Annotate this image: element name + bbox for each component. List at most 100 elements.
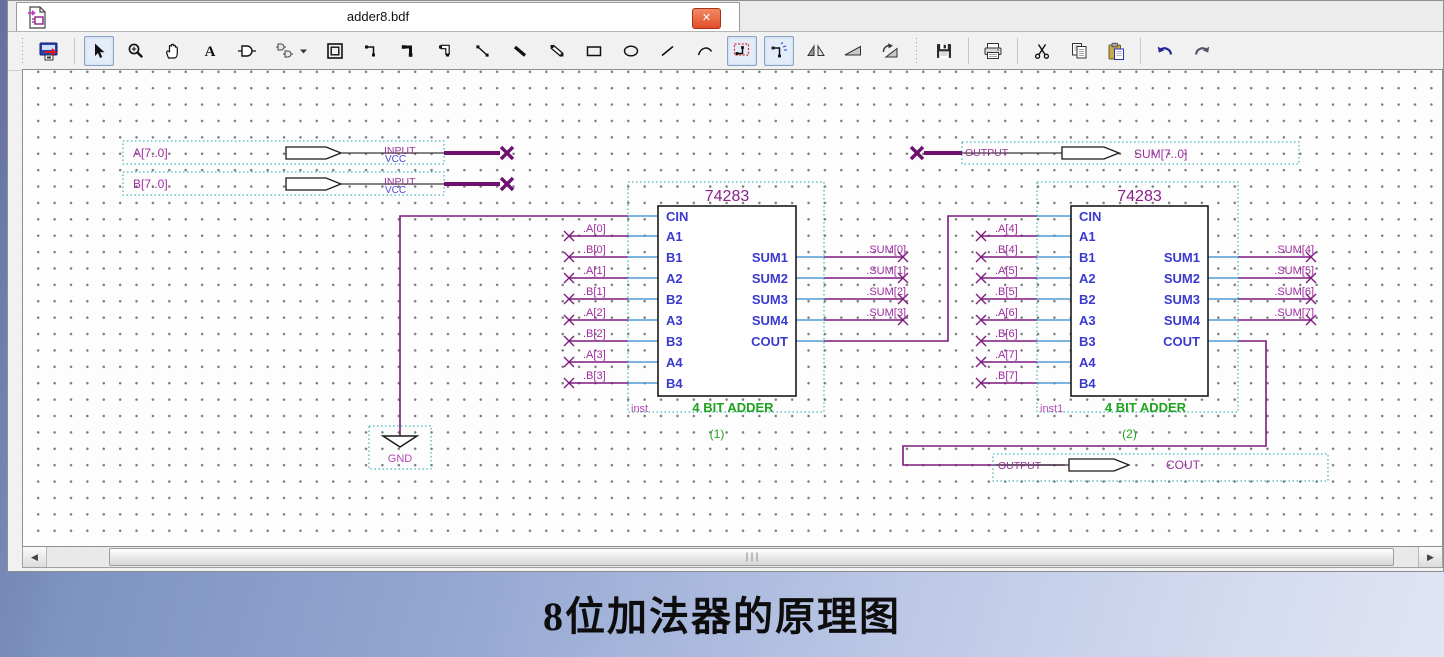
scrollbar-track[interactable] bbox=[47, 547, 1418, 567]
full-rubberbanding-button[interactable] bbox=[764, 36, 794, 66]
schematic-editor-window: adder8.bdf ✕ A 74283CINA1B1A2B2A3B3A4B4S… bbox=[7, 0, 1444, 572]
undo-button[interactable] bbox=[1150, 36, 1180, 66]
svg-text:B3: B3 bbox=[666, 334, 683, 349]
ellipse-tool-button[interactable] bbox=[616, 36, 646, 66]
redo-button[interactable] bbox=[1187, 36, 1217, 66]
svg-text:inst1: inst1 bbox=[1040, 403, 1063, 415]
orthogonal-bus-line-button[interactable] bbox=[394, 36, 424, 66]
rectangle-tool-button[interactable] bbox=[579, 36, 609, 66]
svg-text:CIN: CIN bbox=[1079, 209, 1101, 224]
toolbar: A bbox=[8, 32, 1443, 71]
svg-text:A: A bbox=[205, 44, 216, 60]
svg-text:B2: B2 bbox=[1079, 292, 1096, 307]
ellipse-tool-icon bbox=[622, 42, 640, 60]
svg-text:A1: A1 bbox=[1079, 229, 1096, 244]
svg-text:B1: B1 bbox=[666, 250, 683, 265]
diagonal-node-line-icon bbox=[474, 42, 492, 60]
svg-text:.SUM[1]: .SUM[1] bbox=[866, 265, 906, 277]
tab-adder8[interactable]: adder8.bdf ✕ bbox=[16, 2, 740, 31]
scrollbar-thumb[interactable] bbox=[109, 548, 1394, 566]
flip-vertical-button[interactable] bbox=[838, 36, 868, 66]
toolbar-grip bbox=[915, 38, 919, 64]
partial-rubberbanding-button[interactable] bbox=[727, 36, 757, 66]
svg-text:SUM3: SUM3 bbox=[1164, 292, 1200, 307]
schematic-drawing: 74283CINA1B1A2B2A3B3A4B4SUM1SUM2SUM3SUM4… bbox=[23, 72, 1443, 547]
input-pin-a[interactable]: A[7..0]INPUTVCC bbox=[123, 141, 513, 165]
arc-tool-icon bbox=[696, 42, 714, 60]
svg-text:COUT: COUT bbox=[751, 334, 788, 349]
output-pin-sum[interactable]: OUTPUT SUM[7..0] bbox=[911, 142, 1299, 164]
diagonal-conduit-line-icon bbox=[548, 42, 566, 60]
block-frame-button[interactable] bbox=[320, 36, 350, 66]
flip-horizontal-icon bbox=[806, 42, 826, 60]
svg-text:.A[4]: .A[4] bbox=[995, 223, 1018, 235]
line-tool-button[interactable] bbox=[653, 36, 683, 66]
fullscreen-icon bbox=[39, 41, 61, 61]
svg-text:.B[6]: .B[6] bbox=[995, 328, 1018, 340]
fullscreen-button[interactable] bbox=[35, 36, 65, 66]
svg-text:.B[7]: .B[7] bbox=[995, 370, 1018, 382]
horizontal-scrollbar[interactable]: ◀ ▶ bbox=[22, 547, 1443, 568]
svg-text:SUM2: SUM2 bbox=[752, 271, 788, 286]
symbol-gate-button[interactable] bbox=[232, 36, 262, 66]
zoom-button[interactable] bbox=[121, 36, 151, 66]
scroll-right-button[interactable]: ▶ bbox=[1418, 547, 1442, 567]
svg-text:A2: A2 bbox=[1079, 271, 1096, 286]
svg-text:B3: B3 bbox=[1079, 334, 1096, 349]
svg-text:SUM[7..0]: SUM[7..0] bbox=[1134, 147, 1187, 161]
arc-tool-button[interactable] bbox=[690, 36, 720, 66]
copy-button[interactable] bbox=[1064, 36, 1094, 66]
svg-text:B4: B4 bbox=[666, 376, 683, 391]
svg-text:.SUM[4]: .SUM[4] bbox=[1274, 244, 1314, 256]
svg-text:.SUM[0]: .SUM[0] bbox=[866, 244, 906, 256]
rotate-left-icon bbox=[880, 42, 900, 60]
svg-text:.B[4]: .B[4] bbox=[995, 244, 1018, 256]
scroll-left-button[interactable]: ◀ bbox=[23, 547, 47, 567]
hand-button[interactable] bbox=[158, 36, 188, 66]
rotate-left-button[interactable] bbox=[875, 36, 905, 66]
svg-text:A4: A4 bbox=[1079, 355, 1096, 370]
svg-text:B[7..0]: B[7..0] bbox=[133, 177, 168, 191]
diagonal-bus-line-button[interactable] bbox=[505, 36, 535, 66]
svg-text:SUM3: SUM3 bbox=[752, 292, 788, 307]
cursor-icon bbox=[90, 42, 108, 60]
block-instance-button[interactable] bbox=[269, 36, 313, 66]
block-instance-icon bbox=[275, 42, 308, 60]
paste-button[interactable] bbox=[1101, 36, 1131, 66]
orthogonal-node-line-button[interactable] bbox=[357, 36, 387, 66]
zoom-icon bbox=[127, 42, 145, 60]
cut-button[interactable] bbox=[1027, 36, 1057, 66]
print-button[interactable] bbox=[978, 36, 1008, 66]
text-button[interactable]: A bbox=[195, 36, 225, 66]
svg-text:.B[0]: .B[0] bbox=[583, 244, 606, 256]
svg-text:.A[5]: .A[5] bbox=[995, 265, 1018, 277]
svg-text:.SUM[3]: .SUM[3] bbox=[866, 307, 906, 319]
schematic-canvas[interactable]: 74283CINA1B1A2B2A3B3A4B4SUM1SUM2SUM3SUM4… bbox=[22, 69, 1443, 547]
svg-text:B2: B2 bbox=[666, 292, 683, 307]
rectangle-tool-icon bbox=[585, 42, 603, 60]
svg-text:OUTPUT: OUTPUT bbox=[965, 147, 1009, 159]
input-pin-b[interactable]: B[7..0]INPUTVCC bbox=[123, 172, 513, 196]
orthogonal-conduit-line-button[interactable] bbox=[431, 36, 461, 66]
tab-close-button[interactable]: ✕ bbox=[692, 8, 721, 29]
paste-icon bbox=[1107, 42, 1126, 61]
svg-text:OUTPUT: OUTPUT bbox=[998, 460, 1042, 472]
output-pin-cout[interactable]: OUTPUTCOUT bbox=[993, 454, 1328, 481]
flip-horizontal-button[interactable] bbox=[801, 36, 831, 66]
svg-text:.A[6]: .A[6] bbox=[995, 307, 1018, 319]
symbol-gate-icon bbox=[237, 42, 257, 60]
save-button[interactable] bbox=[929, 36, 959, 66]
toolbar-separator bbox=[1140, 38, 1141, 64]
svg-text:CIN: CIN bbox=[666, 209, 688, 224]
svg-text:SUM2: SUM2 bbox=[1164, 271, 1200, 286]
svg-text:.B[3]: .B[3] bbox=[583, 370, 606, 382]
flip-vertical-icon bbox=[843, 42, 863, 60]
diagonal-conduit-line-button[interactable] bbox=[542, 36, 572, 66]
diagonal-node-line-button[interactable] bbox=[468, 36, 498, 66]
cursor-button[interactable] bbox=[84, 36, 114, 66]
svg-text:A3: A3 bbox=[666, 313, 683, 328]
svg-text:COUT: COUT bbox=[1163, 334, 1200, 349]
svg-text:4 BIT ADDER: 4 BIT ADDER bbox=[692, 400, 774, 415]
svg-text:SUM4: SUM4 bbox=[1164, 313, 1201, 328]
chip-74283-1[interactable]: 74283CINA1B1A2B2A3B3A4B4SUM1SUM2SUM3SUM4… bbox=[583, 182, 906, 441]
